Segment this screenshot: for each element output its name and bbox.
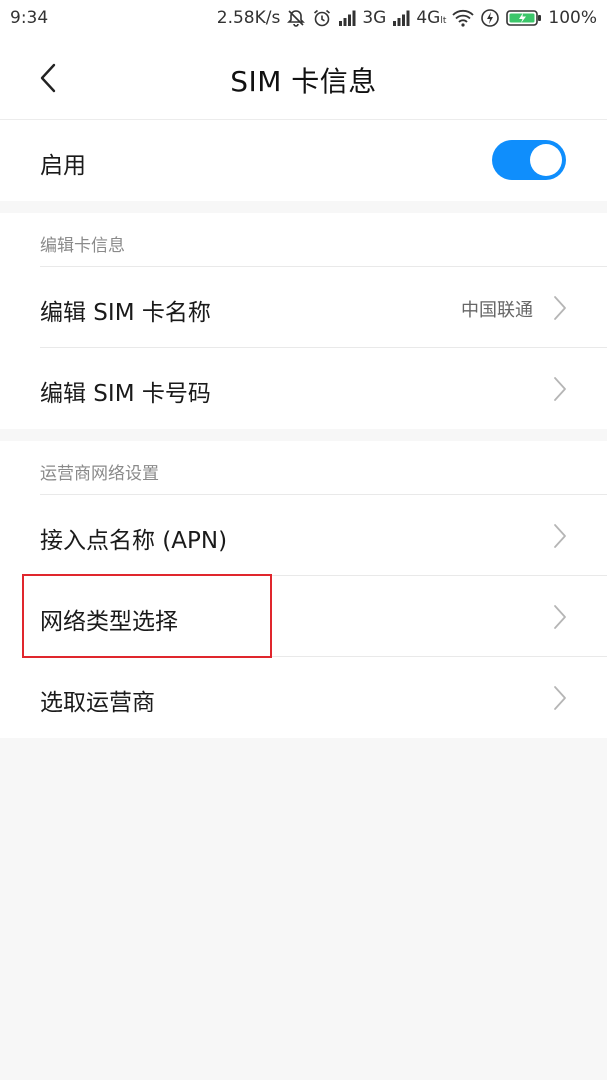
highlight-box	[22, 574, 272, 658]
network-type-2: 4Glt	[416, 8, 447, 28]
chevron-right-icon	[554, 686, 566, 710]
flash-icon	[480, 8, 500, 28]
page-title: SIM 卡信息	[230, 65, 377, 98]
edit-sim-number-label: 编辑 SIM 卡号码	[40, 381, 211, 407]
card-info-group: 编辑卡信息 编辑 SIM 卡名称 中国联通 编辑 SIM 卡号码	[0, 213, 607, 429]
chevron-right-icon	[554, 296, 566, 320]
apn-label: 接入点名称 (APN)	[40, 528, 228, 554]
edit-sim-name-row[interactable]: 编辑 SIM 卡名称 中国联通	[0, 267, 607, 347]
chevron-right-icon	[554, 524, 566, 548]
select-carrier-label: 选取运营商	[40, 690, 155, 716]
status-bar: 9:34 2.58K/s 3G 4Glt 100%	[0, 0, 607, 36]
section-title-card-info: 编辑卡信息	[40, 236, 125, 256]
chevron-right-icon	[554, 377, 566, 401]
alarm-icon	[312, 8, 332, 28]
signal-icon	[392, 9, 410, 27]
status-time: 9:34	[10, 8, 49, 28]
chevron-right-icon	[554, 605, 566, 629]
apn-row[interactable]: 接入点名称 (APN)	[0, 495, 607, 575]
title-bar: SIM 卡信息	[0, 36, 607, 120]
section-title-carrier-network: 运营商网络设置	[40, 464, 159, 484]
enable-group: 启用	[0, 120, 607, 201]
network-type-2-sub: lt	[440, 16, 447, 26]
mute-bell-icon	[286, 8, 306, 28]
sim-name-value: 中国联通	[461, 300, 533, 321]
battery-charging-icon	[506, 9, 542, 27]
wifi-icon	[452, 9, 475, 27]
edit-sim-name-label: 编辑 SIM 卡名称	[40, 300, 211, 326]
edit-sim-number-row[interactable]: 编辑 SIM 卡号码	[0, 348, 607, 428]
network-type-1: 3G	[362, 8, 387, 28]
enable-label: 启用	[40, 153, 86, 179]
enable-toggle[interactable]	[492, 140, 566, 180]
toggle-knob	[530, 144, 562, 176]
battery-level: 100%	[548, 8, 597, 28]
enable-row[interactable]: 启用	[0, 120, 607, 200]
select-carrier-row[interactable]: 选取运营商	[0, 657, 607, 737]
status-icons: 2.58K/s 3G 4Glt 100%	[217, 8, 597, 28]
net-speed: 2.58K/s	[216, 8, 281, 28]
signal-icon	[338, 9, 356, 27]
